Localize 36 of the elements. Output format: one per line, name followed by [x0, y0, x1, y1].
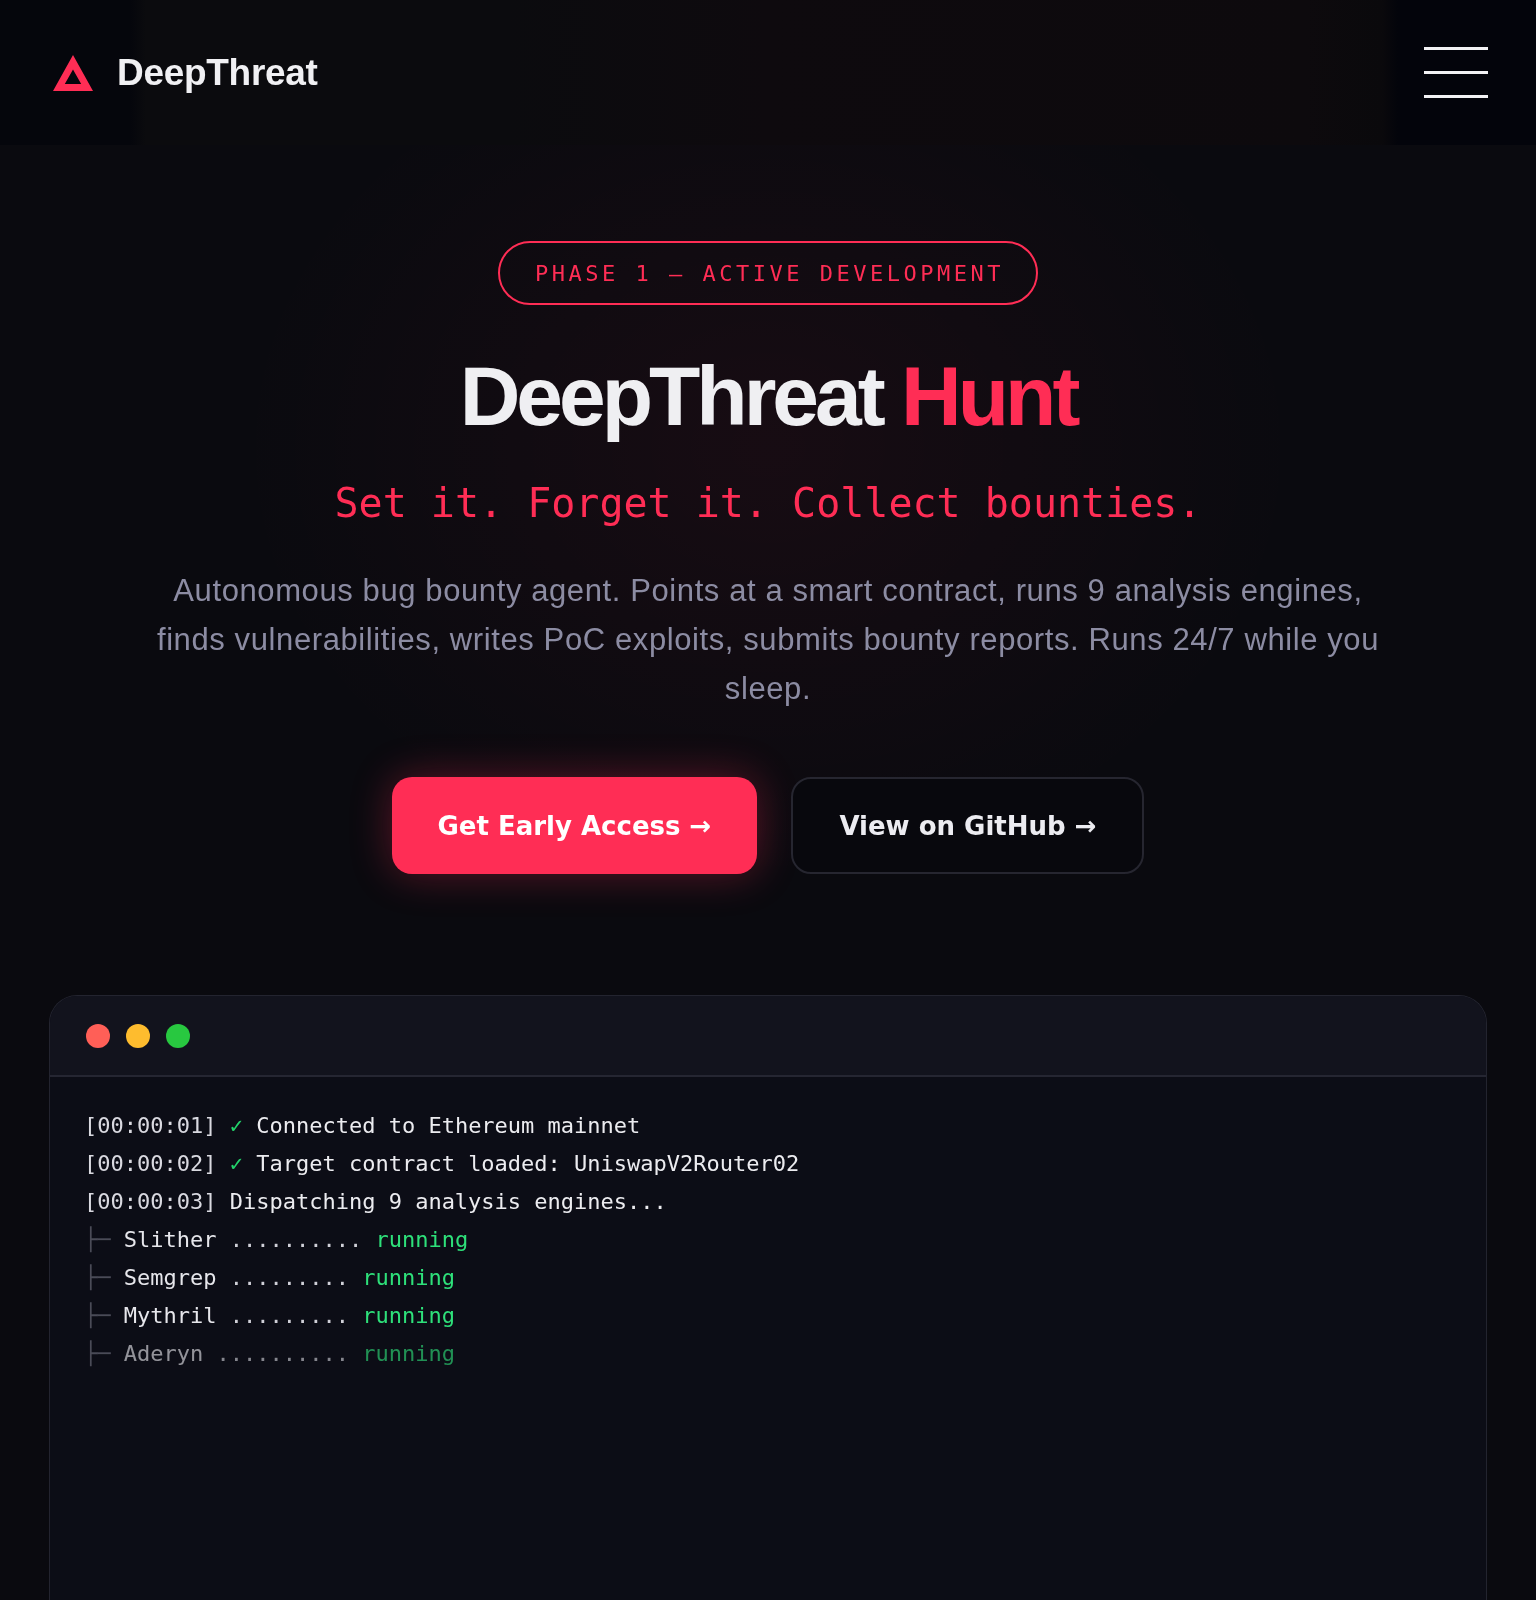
early-access-button[interactable]: Get Early Access →	[391, 777, 758, 874]
tree-branch: ├─	[84, 1303, 111, 1328]
log-timestamp: [00:00:03]	[84, 1189, 217, 1214]
phase-badge: PHASE 1 — ACTIVE DEVELOPMENT	[498, 241, 1038, 305]
engine-status: running	[362, 1265, 455, 1290]
description: Autonomous bug bounty agent. Points at a smart contract, runs 9 analysis engines, finds vulnerabilities, writes PoC exploits, submits bounty reports. Runs 24/7 while you sleep.	[155, 572, 1381, 708]
window-dot-icon	[166, 1023, 190, 1048]
log-timestamp: [00:00:02]	[84, 1151, 217, 1176]
log-message: Dispatching 9 analysis engines...	[229, 1189, 667, 1214]
menu-button[interactable]	[1424, 47, 1488, 98]
engine-name: Mythril	[123, 1303, 217, 1328]
dot-leader: ..........	[216, 1341, 349, 1366]
menu-icon	[1424, 47, 1488, 98]
tagline: Set it. Forget it. Collect bounties.	[334, 479, 1202, 527]
engine-name: Aderyn	[123, 1341, 204, 1366]
log-timestamp: [00:00:01]	[84, 1113, 217, 1138]
log-message: Connected to Ethereum mainnet	[256, 1113, 641, 1138]
dot-leader: ..........	[229, 1227, 363, 1252]
triangle-logo-icon	[53, 54, 93, 91]
log-message: Target contract loaded: UniswapV2Router02	[256, 1151, 800, 1176]
checkmark: ✓	[229, 1151, 243, 1176]
dot-leader: .........	[229, 1265, 349, 1290]
window-dot-icon	[86, 1023, 110, 1048]
engine-name: Slither	[123, 1227, 217, 1252]
engine-status: running	[362, 1341, 455, 1366]
engine-status: running	[362, 1303, 455, 1328]
dot-leader: .........	[229, 1303, 349, 1328]
brand-name[interactable]: DeepThreat	[117, 51, 318, 94]
window-dot-icon	[126, 1023, 150, 1048]
tree-branch: ├─	[84, 1265, 111, 1290]
tree-branch: ├─	[84, 1227, 111, 1252]
tree-branch: ├─	[84, 1341, 111, 1366]
engine-name: Semgrep	[123, 1265, 217, 1290]
engine-status: running	[375, 1227, 469, 1252]
checkmark: ✓	[229, 1113, 243, 1138]
github-button[interactable]: View on GitHub →	[791, 777, 1145, 874]
